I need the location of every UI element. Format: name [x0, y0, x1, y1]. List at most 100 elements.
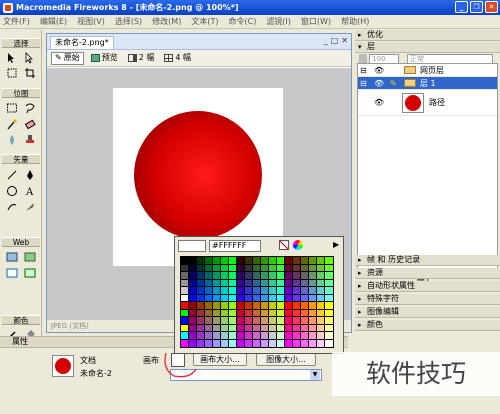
color-swatch[interactable] — [276, 286, 286, 295]
close-button[interactable]: ✕ — [485, 1, 498, 13]
color-swatch[interactable] — [212, 331, 222, 340]
color-swatch[interactable] — [308, 271, 318, 280]
image-size-button[interactable]: 图像大小... — [256, 353, 316, 366]
color-swatch[interactable] — [316, 286, 326, 295]
color-swatch[interactable] — [244, 264, 254, 273]
color-swatch[interactable] — [204, 309, 214, 318]
color-swatch[interactable] — [188, 279, 198, 288]
color-swatch[interactable] — [284, 316, 294, 325]
color-swatch[interactable] — [180, 309, 190, 318]
color-swatch[interactable] — [228, 294, 238, 303]
color-swatch[interactable] — [196, 324, 206, 333]
doc-minimize-button[interactable]: _ — [324, 36, 328, 45]
color-swatch[interactable] — [300, 316, 310, 325]
color-swatch[interactable] — [252, 286, 262, 295]
color-swatch[interactable] — [292, 331, 302, 340]
color-swatch[interactable] — [308, 264, 318, 273]
pointer-tool-icon[interactable] — [6, 52, 18, 64]
color-swatch[interactable] — [252, 316, 262, 325]
color-swatch[interactable] — [220, 271, 230, 280]
color-swatch[interactable] — [212, 264, 222, 273]
color-swatch[interactable] — [252, 256, 262, 265]
color-swatch[interactable] — [308, 339, 318, 348]
text-tool-icon[interactable]: A — [24, 185, 36, 197]
color-swatch[interactable] — [324, 339, 334, 348]
color-swatch[interactable] — [244, 316, 254, 325]
color-swatch[interactable] — [308, 316, 318, 325]
color-swatch[interactable] — [284, 286, 294, 295]
color-swatch[interactable] — [180, 286, 190, 295]
color-swatch[interactable] — [196, 271, 206, 280]
color-swatch[interactable] — [252, 271, 262, 280]
color-swatch[interactable] — [260, 309, 270, 318]
color-swatch[interactable] — [284, 271, 294, 280]
color-swatch[interactable] — [236, 316, 246, 325]
color-swatch[interactable] — [228, 279, 238, 288]
color-swatch[interactable] — [196, 316, 206, 325]
color-swatch[interactable] — [204, 339, 214, 348]
color-swatch[interactable] — [292, 309, 302, 318]
show-slices-icon[interactable] — [24, 267, 36, 279]
color-swatch[interactable] — [236, 256, 246, 265]
color-swatch[interactable] — [228, 309, 238, 318]
color-swatch[interactable] — [212, 309, 222, 318]
color-swatch[interactable] — [188, 331, 198, 340]
color-swatch[interactable] — [212, 256, 222, 265]
color-swatch[interactable] — [236, 264, 246, 273]
color-swatch[interactable] — [324, 256, 334, 265]
color-swatch[interactable] — [212, 286, 222, 295]
color-swatch[interactable] — [196, 331, 206, 340]
color-swatch[interactable] — [276, 339, 286, 348]
color-swatch[interactable] — [276, 309, 286, 318]
color-swatch[interactable] — [220, 324, 230, 333]
color-swatch[interactable] — [292, 294, 302, 303]
color-swatch[interactable] — [260, 331, 270, 340]
color-swatch[interactable] — [236, 271, 246, 280]
slice-tool-icon[interactable] — [24, 251, 36, 263]
color-swatch[interactable] — [300, 256, 310, 265]
color-swatch[interactable] — [284, 309, 294, 318]
menu-commands[interactable]: 命令(C) — [228, 16, 256, 27]
color-swatch[interactable] — [188, 316, 198, 325]
color-swatch[interactable] — [316, 256, 326, 265]
color-swatch[interactable] — [244, 286, 254, 295]
color-swatch[interactable] — [220, 264, 230, 273]
panel-header-frames-history[interactable]: 帧 和 历史记录 — [355, 255, 500, 266]
menu-view[interactable]: 视图(V) — [77, 16, 105, 27]
color-swatch[interactable] — [260, 286, 270, 295]
layers-panel-header[interactable]: 层 — [355, 42, 500, 53]
color-swatch[interactable] — [236, 324, 246, 333]
color-swatch[interactable] — [188, 256, 198, 265]
color-swatch[interactable] — [196, 286, 206, 295]
color-swatch[interactable] — [196, 264, 206, 273]
color-swatch[interactable] — [292, 339, 302, 348]
color-swatch[interactable] — [180, 264, 190, 273]
color-swatch[interactable] — [324, 316, 334, 325]
color-swatch[interactable] — [188, 264, 198, 273]
color-swatch[interactable] — [252, 279, 262, 288]
freeform-tool-icon[interactable] — [6, 201, 18, 213]
color-swatch[interactable] — [300, 339, 310, 348]
color-swatch[interactable] — [220, 309, 230, 318]
color-swatch[interactable] — [300, 309, 310, 318]
color-swatch[interactable] — [196, 301, 206, 310]
color-swatch[interactable] — [180, 279, 190, 288]
color-swatch[interactable] — [260, 264, 270, 273]
color-swatch[interactable] — [196, 339, 206, 348]
color-swatch[interactable] — [324, 301, 334, 310]
color-swatch[interactable] — [188, 301, 198, 310]
color-swatch[interactable] — [308, 294, 318, 303]
color-swatch[interactable] — [252, 324, 262, 333]
color-swatch[interactable] — [324, 294, 334, 303]
color-swatch[interactable] — [268, 294, 278, 303]
color-swatch[interactable] — [228, 339, 238, 348]
color-swatch[interactable] — [196, 294, 206, 303]
marquee-tool-icon[interactable] — [6, 102, 18, 114]
color-swatch[interactable] — [220, 339, 230, 348]
color-swatch[interactable] — [204, 324, 214, 333]
color-swatch[interactable] — [308, 279, 318, 288]
color-swatch[interactable] — [212, 294, 222, 303]
color-swatch[interactable] — [212, 279, 222, 288]
color-swatch[interactable] — [204, 279, 214, 288]
swatch-grid[interactable] — [180, 256, 339, 349]
